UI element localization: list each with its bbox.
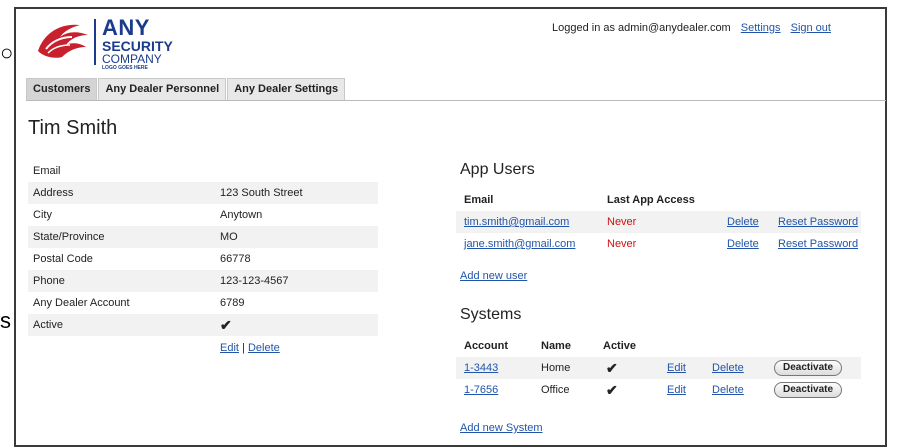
header-name: Name (541, 340, 571, 352)
tab-any-dealer-personnel[interactable]: Any Dealer Personnel (98, 78, 227, 100)
edit-system-link[interactable]: Edit (667, 357, 686, 379)
logged-in-text: Logged in as admin@anydealer.com (552, 22, 731, 34)
system-name: Office (541, 384, 570, 396)
detail-row-dealer-account: Any Dealer Account 6789 (28, 292, 378, 314)
detail-row-postal-code: Postal Code 66778 (28, 248, 378, 270)
header-active: Active (603, 340, 637, 352)
logo-divider (94, 19, 96, 65)
header-last-access: Last App Access (607, 194, 695, 206)
app-users-title: App Users (460, 161, 535, 178)
eagle-logo-icon (38, 24, 88, 58)
main-tabs: Customers Any Dealer Personnel Any Deale… (26, 78, 886, 101)
detail-label: State/Province (33, 231, 105, 243)
systems-table: Account Name Active 1-3443 Home ✔ Edit D… (456, 335, 861, 401)
last-access-value: Never (607, 238, 637, 250)
settings-link[interactable]: Settings (741, 22, 781, 34)
system-row: 1-3443 Home ✔ Edit Delete Deactivate (456, 357, 861, 379)
detail-label: City (33, 209, 52, 221)
detail-label: Address (33, 187, 74, 199)
app-window: ANY SECURITY COMPANY LOGO GOES HERE Logg… (14, 7, 887, 447)
edit-system-link[interactable]: Edit (667, 379, 686, 401)
detail-row-phone: Phone 123-123-4567 (28, 270, 378, 292)
customer-details: Email Address 123 South Street City Anyt… (28, 160, 378, 354)
add-new-user-link[interactable]: Add new user (460, 270, 527, 282)
user-email-link[interactable]: jane.smith@gmail.com (464, 233, 575, 255)
customer-actions: Edit | Delete (28, 342, 378, 354)
reset-password-link[interactable]: Reset Password (778, 211, 858, 233)
detail-value: MO (220, 231, 238, 243)
system-active-check-icon: ✔ (606, 382, 618, 398)
last-access-value: Never (607, 216, 637, 228)
system-active-check-icon: ✔ (606, 360, 618, 376)
app-users-table: Email Last App Access tim.smith@gmail.co… (456, 189, 861, 255)
logo-line-any: ANY (102, 15, 150, 40)
detail-label: Email (33, 165, 61, 177)
detail-row-active: Active ✔ (28, 314, 378, 336)
detail-value: 6789 (220, 297, 245, 309)
delete-user-link[interactable]: Delete (727, 233, 759, 255)
app-user-row: tim.smith@gmail.com Never Delete Reset P… (456, 211, 861, 233)
delete-system-link[interactable]: Delete (712, 379, 744, 401)
app-users-header: Email Last App Access (456, 189, 861, 211)
header-email: Email (464, 194, 494, 206)
system-account-link[interactable]: 1-3443 (464, 357, 498, 379)
tab-customers[interactable]: Customers (26, 78, 98, 100)
logo-tagline: LOGO GOES HERE (102, 65, 148, 71)
deactivate-button[interactable]: Deactivate (774, 382, 843, 398)
active-check-icon: ✔ (220, 317, 232, 333)
user-email-link[interactable]: tim.smith@gmail.com (464, 211, 569, 233)
detail-row-email: Email (28, 160, 378, 182)
logo-text: ANY SECURITY COMPANY LOGO GOES HERE (102, 17, 173, 71)
delete-system-link[interactable]: Delete (712, 357, 744, 379)
system-name: Home (541, 362, 571, 374)
edit-customer-link[interactable]: Edit (220, 342, 239, 354)
logo-line-company: COMPANY (102, 52, 162, 66)
app-user-row: jane.smith@gmail.com Never Delete Reset … (456, 233, 861, 255)
detail-row-city: City Anytown (28, 204, 378, 226)
detail-value: 123 South Street (220, 187, 303, 199)
link-separator: | (242, 342, 245, 354)
deactivate-button[interactable]: Deactivate (774, 360, 843, 376)
system-row: 1-7656 Office ✔ Edit Delete Deactivate (456, 379, 861, 401)
edge-glyph-top: ○ (0, 40, 14, 65)
detail-label: Any Dealer Account (33, 297, 130, 309)
detail-label: Phone (33, 275, 65, 287)
detail-value: 66778 (220, 253, 251, 265)
logo-line-security: SECURITY (102, 38, 173, 54)
company-logo: ANY SECURITY COMPANY LOGO GOES HERE (34, 15, 204, 71)
signout-link[interactable]: Sign out (791, 22, 831, 34)
tab-any-dealer-settings[interactable]: Any Dealer Settings (227, 78, 346, 100)
detail-value: 123-123-4567 (220, 275, 289, 287)
edge-glyph-bottom: s (0, 308, 11, 333)
systems-header: Account Name Active (456, 335, 861, 357)
detail-label: Active (33, 319, 63, 331)
reset-password-link[interactable]: Reset Password (778, 233, 858, 255)
detail-row-state: State/Province MO (28, 226, 378, 248)
system-account-link[interactable]: 1-7656 (464, 379, 498, 401)
detail-value: Anytown (220, 209, 263, 221)
add-new-system-link[interactable]: Add new System (460, 422, 543, 434)
detail-row-address: Address 123 South Street (28, 182, 378, 204)
page-title: Tim Smith (28, 117, 118, 139)
detail-label: Postal Code (33, 253, 93, 265)
systems-title: Systems (460, 306, 522, 323)
delete-user-link[interactable]: Delete (727, 211, 759, 233)
header-account: Account (464, 340, 508, 352)
delete-customer-link[interactable]: Delete (248, 342, 280, 354)
account-bar: Logged in as admin@anydealer.com Setting… (552, 22, 831, 34)
